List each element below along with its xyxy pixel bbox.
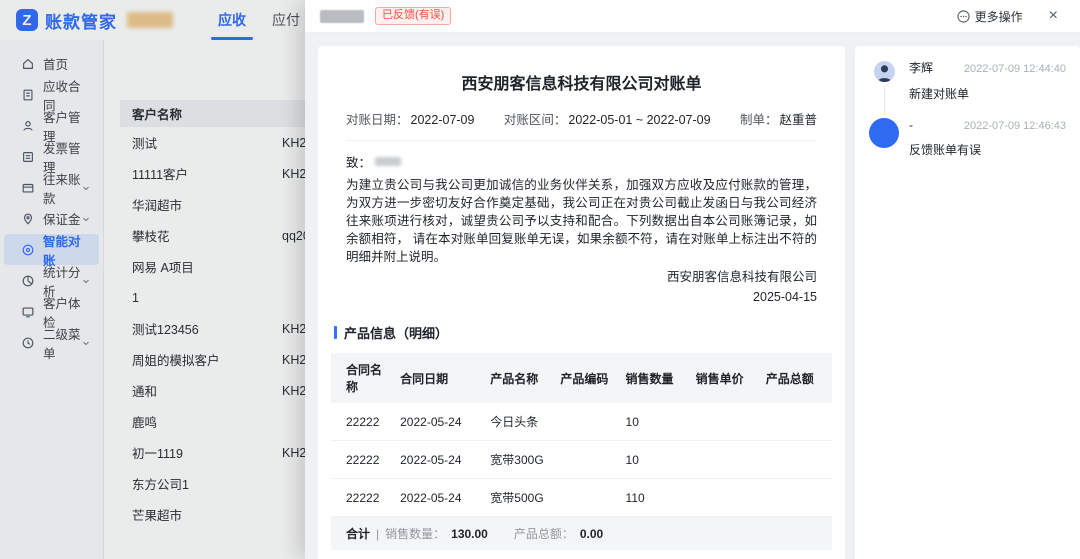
section-accent-bar [334,326,337,339]
ellipsis-circle-icon [957,10,970,23]
timeline-action: 反馈账单有误 [909,141,1066,158]
product-row: 22222 2022-05-24 今日头条 10 [331,403,832,441]
cell-date: 2022-05-24 [396,403,486,441]
col-sales-qty: 销售数量 [622,353,692,403]
col-product-code: 产品编码 [556,353,621,403]
more-actions-button[interactable]: 更多操作 [957,8,1023,25]
status-badge: 已反馈(有误) [375,7,451,25]
statement-body-text: 为建立贵公司与我公司更加诚信的业务伙伴关系，加强双方应收及应付账款的管理，为双方… [346,176,817,266]
cell-total [762,441,832,479]
meta-value: 2022-07-09 [411,113,475,127]
timeline-timestamp: 2022-07-09 12:46:43 [964,120,1066,132]
summary-qty-label: 销售数量： [385,525,445,542]
cell-price [692,479,762,517]
meta-label: 对账区间： [504,113,567,127]
activity-timeline: 李辉 2022-07-09 12:44:40 新建对账单 - 2022-07-0… [855,46,1080,559]
product-table: 合同名称 合同日期 产品名称 产品编码 销售数量 销售单价 产品总额 22222 [331,353,832,517]
cell-contract: 22222 [331,479,396,517]
col-contract-name: 合同名称 [331,353,396,403]
summary-total-value: 0.00 [580,527,603,541]
cell-price [692,403,762,441]
cell-contract: 22222 [331,441,396,479]
drawer-title-redacted [320,10,364,23]
timeline-user-name: 李辉 [909,59,933,76]
reconciliation-drawer: 已反馈(有误) 更多操作 × 西安朋客信息科技有限公司对账单 对账日期：2022… [305,0,1080,559]
cell-total [762,479,832,517]
statement-meta: 对账日期：2022-07-09 对账区间：2022-05-01 ~ 2022-0… [346,109,817,128]
statement-document: 西安朋客信息科技有限公司对账单 对账日期：2022-07-09 对账区间：202… [318,46,845,559]
cell-qty: 110 [622,479,692,517]
salutation-line: 致： [346,152,817,171]
more-actions-label: 更多操作 [975,8,1023,25]
summary-qty-value: 130.00 [451,527,488,541]
avatar [869,118,899,148]
recipient-redacted [375,157,401,166]
salutation-label: 致： [346,152,371,171]
cell-product: 今日头条 [486,403,556,441]
cell-product: 宽带300G [486,441,556,479]
timeline-action: 新建对账单 [909,85,1066,102]
drawer-header: 已反馈(有误) 更多操作 × [305,0,1080,33]
cell-total [762,403,832,441]
cell-price [692,441,762,479]
cell-product: 宽带500G [486,479,556,517]
product-table-header-row: 合同名称 合同日期 产品名称 产品编码 销售数量 销售单价 产品总额 [331,353,832,403]
timeline-item: - 2022-07-09 12:46:43 反馈账单有误 [869,118,1066,174]
summary-total-label: 产品总额： [514,525,574,542]
cell-qty: 10 [622,441,692,479]
summary-divider: | [376,527,379,541]
cell-code [556,403,621,441]
product-row: 22222 2022-05-24 宽带300G 10 [331,441,832,479]
cell-qty: 10 [622,403,692,441]
col-unit-price: 销售单价 [692,353,762,403]
col-product-name: 产品名称 [486,353,556,403]
close-icon[interactable]: × [1049,8,1058,24]
timeline-item: 李辉 2022-07-09 12:44:40 新建对账单 [869,59,1066,118]
meta-label: 制单： [740,113,778,127]
meta-label: 对账日期： [346,113,409,127]
cell-code [556,441,621,479]
cell-contract: 22222 [331,403,396,441]
meta-value: 赵重普 [779,113,817,127]
product-row: 22222 2022-05-24 宽带500G 110 [331,479,832,517]
cell-date: 2022-05-24 [396,479,486,517]
meta-value: 2022-05-01 ~ 2022-07-09 [568,113,710,127]
col-product-total: 产品总额 [762,353,832,403]
cell-code [556,479,621,517]
col-contract-date: 合同日期 [396,353,486,403]
product-section-title: 产品信息（明细） [346,323,817,342]
statement-title: 西安朋客信息科技有限公司对账单 [346,70,817,94]
summary-prefix: 合计 [346,525,370,542]
signature-company: 西安朋客信息科技有限公司 [346,268,817,286]
divider [346,140,817,141]
timeline-user-name: - [909,118,913,132]
signature-date: 2025-04-15 [346,288,817,306]
section-title-label: 产品信息（明细） [344,323,448,342]
table-summary-row: 合计 | 销售数量： 130.00 产品总额： 0.00 [331,517,832,550]
timeline-timestamp: 2022-07-09 12:44:40 [964,63,1066,75]
timeline-connector [884,85,885,115]
cell-date: 2022-05-24 [396,441,486,479]
avatar [874,61,895,82]
